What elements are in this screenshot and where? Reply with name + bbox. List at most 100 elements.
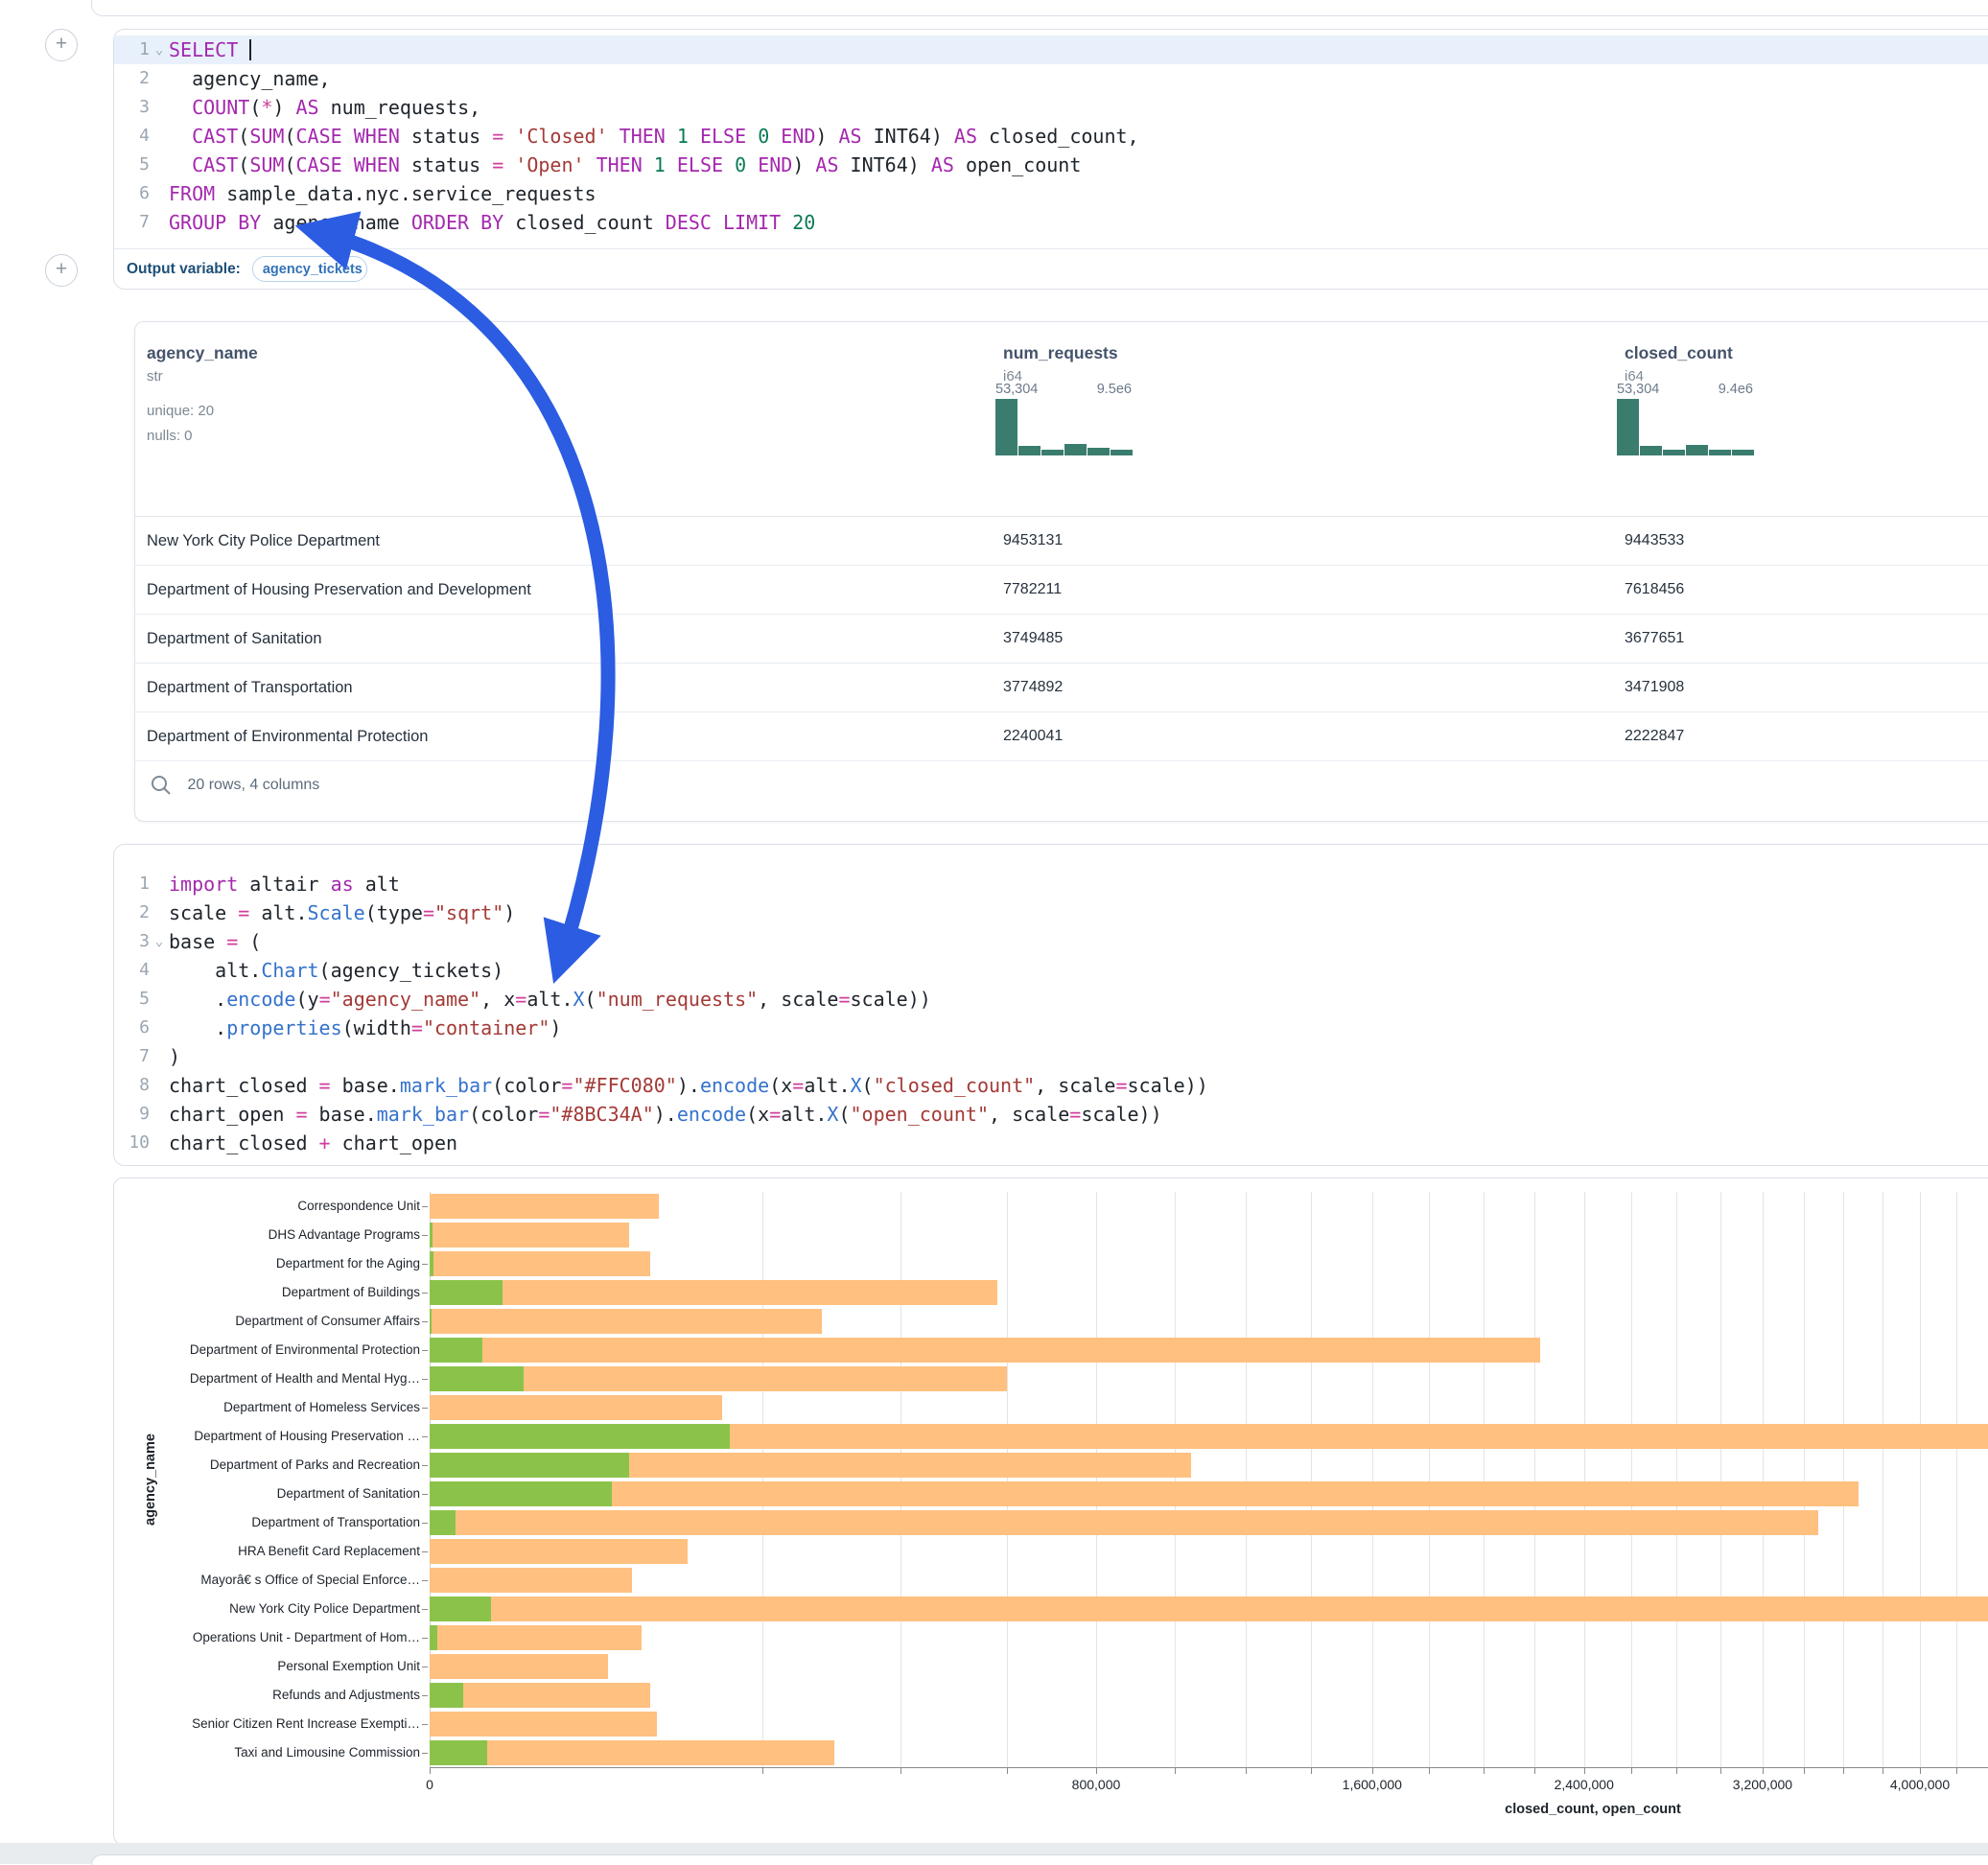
column-header-agency-name[interactable]: agency_name str xyxy=(147,343,258,385)
code-line[interactable]: 6 .properties(width="container") xyxy=(114,1014,1988,1042)
code-line[interactable]: 1⌄SELECT xyxy=(114,35,1988,64)
gridline xyxy=(1956,1192,1957,1767)
x-tick-label: 1,600,000 xyxy=(1343,1777,1402,1792)
x-tick xyxy=(900,1768,901,1774)
code-text: GROUP BY agency_name ORDER BY closed_cou… xyxy=(169,208,815,237)
x-tick xyxy=(1429,1768,1430,1774)
closed-count-bar xyxy=(430,1539,688,1564)
histogram-bar xyxy=(1732,450,1754,455)
closed-count-cell: 9443533 xyxy=(1625,517,1684,565)
gutter-spacer xyxy=(150,93,169,122)
histogram-bar xyxy=(1064,444,1087,455)
code-text: chart_closed + chart_open xyxy=(169,1129,457,1157)
code-text: alt.Chart(agency_tickets) xyxy=(169,956,503,985)
gutter-spacer xyxy=(150,1100,169,1129)
category-label: Department of Consumer Affairs xyxy=(114,1307,420,1336)
search-icon[interactable] xyxy=(149,773,174,798)
closed-count-bar xyxy=(430,1481,1859,1506)
closed-count-bar xyxy=(430,1338,1540,1363)
gridline xyxy=(1311,1192,1312,1767)
add-cell-button-middle[interactable]: + xyxy=(45,254,78,287)
fold-chevron-icon[interactable]: ⌄ xyxy=(150,35,169,64)
open-count-bar xyxy=(430,1740,487,1765)
previous-cell-edge xyxy=(91,0,1988,16)
closed-count-bar xyxy=(430,1568,632,1593)
sql-cell[interactable]: 1⌄SELECT 2 agency_name,3 COUNT(*) AS num… xyxy=(113,29,1988,290)
line-number: 2 xyxy=(114,898,150,927)
open-count-bar xyxy=(430,1597,491,1621)
gridline xyxy=(1484,1192,1485,1767)
fold-chevron-icon[interactable]: ⌄ xyxy=(150,927,169,956)
code-line[interactable]: 7) xyxy=(114,1042,1988,1071)
y-tick xyxy=(422,1551,428,1552)
closed-count-bar xyxy=(430,1712,657,1737)
histogram-bar xyxy=(1111,450,1133,455)
column-header-num-requests[interactable]: num_requests i64 xyxy=(1003,343,1118,385)
line-number: 8 xyxy=(114,1071,150,1100)
x-tick xyxy=(1720,1768,1721,1774)
category-label: New York City Police Department xyxy=(114,1595,420,1623)
x-tick-label: 4,000,000 xyxy=(1890,1777,1950,1792)
code-line[interactable]: 3 COUNT(*) AS num_requests, xyxy=(114,93,1988,122)
code-line[interactable]: 9chart_open = base.mark_bar(color="#8BC3… xyxy=(114,1100,1988,1129)
code-line[interactable]: 10chart_closed + chart_open xyxy=(114,1129,1988,1157)
code-line[interactable]: 2 scale = alt.Scale(type="sqrt") xyxy=(114,898,1988,927)
line-number: 1 xyxy=(114,870,150,898)
closed-count-bar xyxy=(430,1597,1988,1621)
open-count-bar xyxy=(430,1453,629,1478)
chart-plot-area xyxy=(430,1192,1988,1767)
gridline xyxy=(1631,1192,1632,1767)
category-label: Department of Environmental Protection xyxy=(114,1336,420,1364)
gutter-spacer xyxy=(150,179,169,208)
code-line[interactable]: 7GROUP BY agency_name ORDER BY closed_co… xyxy=(114,208,1988,237)
code-text: import altair as alt xyxy=(169,870,400,898)
y-tick xyxy=(422,1235,428,1236)
y-tick xyxy=(422,1206,428,1207)
code-line[interactable]: 5 .encode(y="agency_name", x=alt.X("num_… xyxy=(114,985,1988,1014)
text-cursor xyxy=(249,39,251,60)
code-line[interactable]: 5 CAST(SUM(CASE WHEN status = 'Open' THE… xyxy=(114,151,1988,179)
sql-code-editor[interactable]: 1⌄SELECT 2 agency_name,3 COUNT(*) AS num… xyxy=(114,30,1988,237)
code-line[interactable]: 1 import altair as alt xyxy=(114,870,1988,898)
result-table: agency_name str unique: 20 nulls: 0 num_… xyxy=(134,321,1988,822)
code-line[interactable]: 2 agency_name, xyxy=(114,64,1988,93)
category-label: Correspondence Unit xyxy=(114,1192,420,1221)
open-count-bar xyxy=(430,1424,730,1449)
line-number: 9 xyxy=(114,1100,150,1129)
gutter-spacer xyxy=(150,151,169,179)
closed-count-bar xyxy=(430,1625,642,1650)
gutter-spacer xyxy=(150,122,169,151)
line-number: 7 xyxy=(114,1042,150,1071)
code-text: COUNT(*) AS num_requests, xyxy=(169,93,480,122)
code-line[interactable]: 8chart_closed = base.mark_bar(color="#FF… xyxy=(114,1071,1988,1100)
gutter-spacer xyxy=(150,208,169,237)
num-requests-histogram xyxy=(995,399,1132,455)
code-line[interactable]: 6FROM sample_data.nyc.service_requests xyxy=(114,179,1988,208)
add-cell-button-top[interactable]: + xyxy=(45,29,78,61)
code-line[interactable]: 4 alt.Chart(agency_tickets) xyxy=(114,956,1988,985)
line-number: 5 xyxy=(114,151,150,179)
y-tick xyxy=(422,1523,428,1524)
chart-output: Correspondence UnitDHS Advantage Program… xyxy=(113,1177,1988,1845)
python-code-editor[interactable]: 1 import altair as alt 2 scale = alt.Scale(… xyxy=(114,845,1988,1157)
code-line[interactable]: 3⌄base = ( xyxy=(114,927,1988,956)
output-variable-pill[interactable]: agency_tickets xyxy=(252,256,367,282)
table-row: Department of Sanitation37494853677651 xyxy=(135,615,1988,664)
code-text: agency_name, xyxy=(169,64,331,93)
gutter-spacer xyxy=(150,1071,169,1100)
y-axis-line xyxy=(430,1192,431,1767)
column-header-closed-count[interactable]: closed_count i64 xyxy=(1625,343,1733,385)
table-row: Department of Transportation377489234719… xyxy=(135,664,1988,712)
output-variable-row: Output variable: agency_tickets xyxy=(114,248,1988,289)
python-cell[interactable]: 1 import altair as alt 2 scale = alt.Scale(… xyxy=(113,844,1988,1166)
chart-x-axis-title: closed_count, open_count xyxy=(1505,1802,1681,1817)
y-tick xyxy=(422,1408,428,1409)
gridline xyxy=(1584,1192,1585,1767)
chart-y-axis-title: agency_name xyxy=(143,1384,162,1575)
y-tick xyxy=(422,1321,428,1322)
closed-count-bar xyxy=(430,1510,1818,1535)
code-text: scale = alt.Scale(type="sqrt") xyxy=(169,898,515,927)
code-line[interactable]: 4 CAST(SUM(CASE WHEN status = 'Closed' T… xyxy=(114,122,1988,151)
gutter-spacer xyxy=(150,1014,169,1042)
open-count-bar xyxy=(430,1280,503,1305)
